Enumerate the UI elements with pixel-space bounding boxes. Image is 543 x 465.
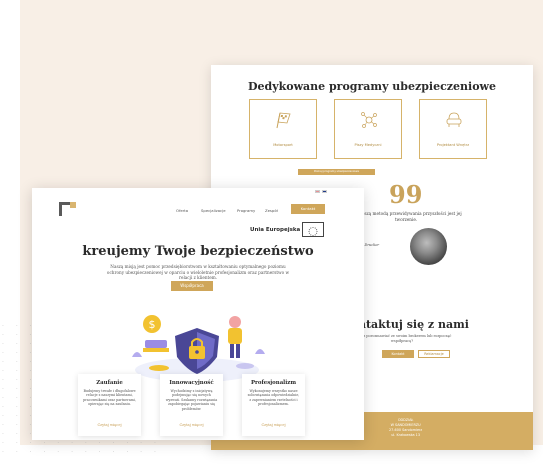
complaints-button[interactable]: Reklamacje (418, 350, 450, 358)
molecule-icon (361, 112, 377, 128)
feature-title: Profesjonalizm (250, 380, 297, 386)
eu-label: Unia Europejska (250, 227, 301, 233)
security-illustration: $ (132, 315, 265, 382)
program-card-designer[interactable]: Projektant Wnętrz (419, 99, 487, 159)
svg-text:$: $ (149, 318, 156, 331)
quote-text: Najlepszą metodą przewidywania przyszłoś… (350, 211, 462, 222)
program-card-motorsport[interactable]: Motorsport (249, 99, 317, 159)
feature-text: Wychodzimy z inicjatywą podejmując się n… (165, 389, 218, 411)
armchair-icon (446, 112, 462, 127)
hero-subtitle: Naszą misją jest pomoc przedsiębiorstwom… (106, 264, 290, 281)
nav-item-oferta[interactable]: Oferta (176, 208, 188, 213)
flag-pl-icon[interactable] (315, 190, 320, 193)
programs-button[interactable]: Poznaj programy ubezpieczeniowe (298, 169, 375, 175)
program-label: Motorsport (273, 143, 293, 147)
nav-item-zespol[interactable]: Zespół (265, 208, 278, 213)
nav-item-programy[interactable]: Programy (237, 208, 255, 213)
feature-title: Zaufanie (96, 380, 123, 386)
front-page-mockup: Oferta Specjalizacje Programy Zespół Kon… (32, 188, 364, 440)
read-more-link[interactable]: Czytaj więcej (160, 423, 223, 427)
quote-icon: 99 (389, 180, 423, 209)
feature-text: Budujemy trwałe i długofalowe relacje z … (83, 389, 136, 407)
flag-en-icon[interactable] (322, 190, 327, 193)
feature-title: Innowacyjność (169, 380, 214, 386)
section-title: Dedykowane programy ubezpieczeniowe (247, 80, 497, 93)
nav-contact-button[interactable]: Kontakt (291, 204, 325, 214)
eu-flag-icon (302, 222, 324, 237)
logo[interactable] (59, 202, 76, 216)
feature-card-professionalism: Profesjonalizm Wykonujemy wszystko nasze… (242, 374, 305, 436)
racing-flag-icon (276, 112, 291, 129)
nav-item-specjalizacje[interactable]: Specjalizacje (201, 208, 226, 213)
read-more-link[interactable]: Czytaj więcej (242, 423, 305, 427)
feature-text: Wykonujemy wszystko nasze zobowiązania o… (247, 389, 300, 407)
author-photo (410, 228, 447, 265)
program-card-medical[interactable]: Piszy Medyczni (334, 99, 402, 159)
program-label: Projektant Wnętrz (436, 143, 470, 147)
footer-office-sandomierz: ODDZIAŁ W SANDOMIERZU 27-600 Sandomierz … (389, 418, 423, 437)
hero-title: kreujemy Twoje bezpieczeństwo (82, 244, 314, 259)
cooperation-button[interactable]: Współpraca (171, 281, 213, 291)
feature-card-innovation: Innowacyjność Wychodzimy z inicjatywą po… (160, 374, 223, 436)
contact-button[interactable]: Kontakt (382, 350, 414, 358)
program-label: Piszy Medyczni (354, 143, 382, 147)
feature-card-trust: Zaufanie Budujemy trwałe i długofalowe r… (78, 374, 141, 436)
read-more-link[interactable]: Czytaj więcej (78, 423, 141, 427)
